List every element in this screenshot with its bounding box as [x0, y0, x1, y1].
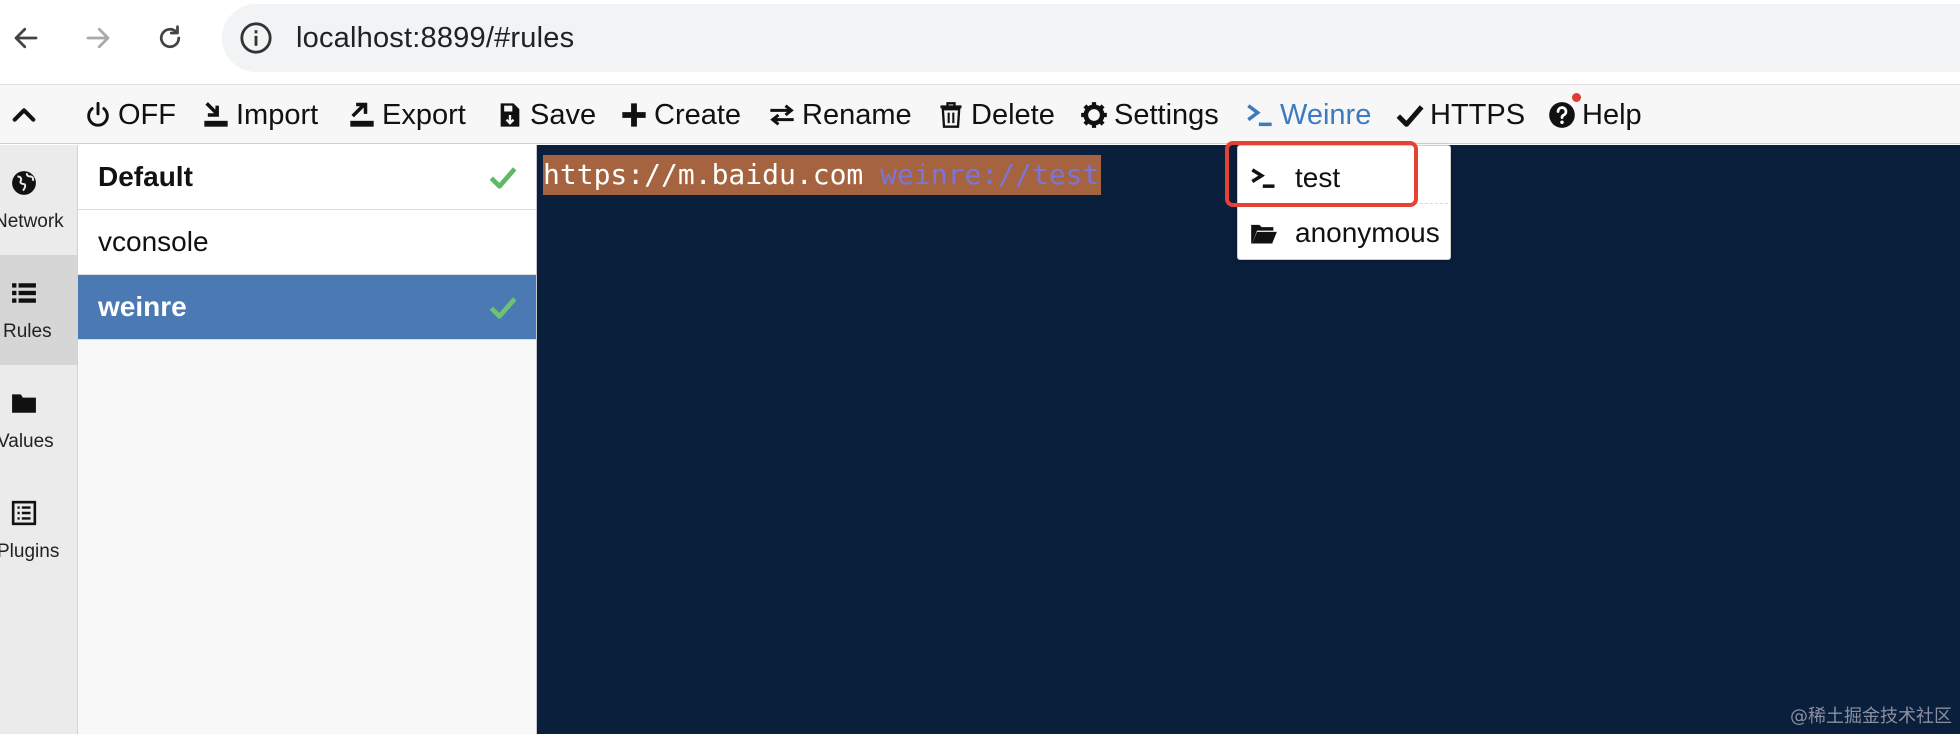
- side-tab-plugins[interactable]: Plugins: [0, 475, 77, 585]
- forward-button[interactable]: [78, 18, 118, 58]
- toolbar-settings-button[interactable]: Settings: [1080, 95, 1219, 135]
- highlight-box: [1225, 141, 1418, 207]
- editor-url-text: https://m.baidu.com: [543, 158, 881, 191]
- toolbar-rename-button[interactable]: Rename: [768, 95, 912, 135]
- arrow-right-icon: [86, 27, 110, 49]
- toolbar-import-label: Import: [236, 98, 319, 131]
- toolbar-create-button[interactable]: Create: [620, 95, 741, 135]
- side-tab-strip: Network Rules Values Plugins: [0, 145, 78, 734]
- toolbar-delete-button[interactable]: Delete: [937, 95, 1055, 135]
- reload-icon: [159, 25, 181, 49]
- folder-icon: [12, 394, 36, 413]
- import-icon: [204, 102, 228, 127]
- toolbar-https-label: HTTPS: [1430, 98, 1526, 131]
- side-tab-rules[interactable]: Rules: [0, 255, 77, 365]
- toolbar-export-label: Export: [382, 98, 466, 131]
- toolbar-https-button[interactable]: HTTPS: [1396, 95, 1525, 135]
- rule-name: Default: [98, 161, 193, 192]
- list-icon: [12, 283, 36, 303]
- weinre-menu-label: anonymous: [1295, 217, 1440, 248]
- toolbar-export-button[interactable]: Export: [348, 95, 466, 135]
- reload-button[interactable]: [150, 18, 190, 58]
- side-tab-values[interactable]: Values: [0, 365, 77, 475]
- side-tab-rules-label: Rules: [3, 321, 52, 342]
- watermark: @稀土掘金技术社区: [1790, 706, 1952, 727]
- toolbar-rename-label: Rename: [802, 98, 912, 131]
- rule-item-default[interactable]: Default: [78, 145, 536, 210]
- globe-icon: [12, 171, 36, 195]
- arrow-left-icon: [14, 27, 38, 49]
- rules-list: Default vconsole weinre: [78, 145, 537, 734]
- toolbar-settings-label: Settings: [1114, 98, 1219, 131]
- rule-name: vconsole: [98, 226, 209, 257]
- back-button[interactable]: [6, 18, 46, 58]
- app-toolbar: OFF Import Export Save Create Rename Del…: [0, 84, 1960, 144]
- trash-icon: [940, 102, 962, 128]
- toolbar-save-label: Save: [530, 98, 597, 131]
- rename-icon: [770, 104, 794, 126]
- toolbar-weinre-label: Weinre: [1280, 98, 1372, 131]
- browser-toolbar: localhost:8899/#rules: [0, 0, 1960, 78]
- info-icon[interactable]: [239, 21, 273, 55]
- check-icon: [489, 297, 517, 319]
- terminal-icon: [1247, 104, 1272, 127]
- collapse-button[interactable]: [10, 95, 44, 135]
- weinre-menu-item-anonymous[interactable]: anonymous: [1238, 207, 1450, 259]
- side-tab-plugins-label: Plugins: [0, 541, 60, 562]
- url-text[interactable]: localhost:8899/#rules: [296, 22, 574, 55]
- side-tab-network[interactable]: Network: [0, 145, 77, 255]
- side-tab-values-label: Values: [0, 431, 54, 452]
- rule-item-weinre[interactable]: weinre: [78, 275, 536, 340]
- toolbar-off-button[interactable]: OFF: [84, 95, 176, 135]
- plugins-icon: [11, 500, 37, 526]
- power-icon: [87, 101, 109, 127]
- folder-open-icon: [1251, 224, 1277, 244]
- rule-item-vconsole[interactable]: vconsole: [78, 210, 536, 275]
- save-icon: [500, 103, 520, 127]
- address-bar[interactable]: localhost:8899/#rules: [222, 4, 1960, 72]
- check-icon: [489, 167, 517, 189]
- help-icon: [1549, 102, 1575, 128]
- check-icon: [1396, 105, 1424, 127]
- gear-icon: [1081, 102, 1107, 128]
- toolbar-delete-label: Delete: [971, 98, 1055, 131]
- help-notification-badge: [1572, 93, 1581, 102]
- toolbar-create-label: Create: [654, 98, 742, 131]
- toolbar-weinre-button[interactable]: Weinre: [1246, 95, 1371, 135]
- toolbar-save-button[interactable]: Save: [496, 95, 596, 135]
- rule-name: weinre: [98, 291, 187, 322]
- chevron-up-icon: [12, 108, 36, 122]
- toolbar-help-label: Help: [1582, 98, 1642, 131]
- toolbar-help-button[interactable]: Help: [1548, 95, 1642, 135]
- toolbar-import-button[interactable]: Import: [202, 95, 318, 135]
- toolbar-off-label: OFF: [118, 98, 176, 131]
- editor-protocol-text: weinre://test: [880, 158, 1100, 191]
- side-tab-network-label: Network: [0, 211, 64, 232]
- export-icon: [350, 102, 374, 127]
- editor-line[interactable]: https://m.baidu.com weinre://test: [543, 155, 1102, 195]
- plus-icon: [622, 103, 646, 127]
